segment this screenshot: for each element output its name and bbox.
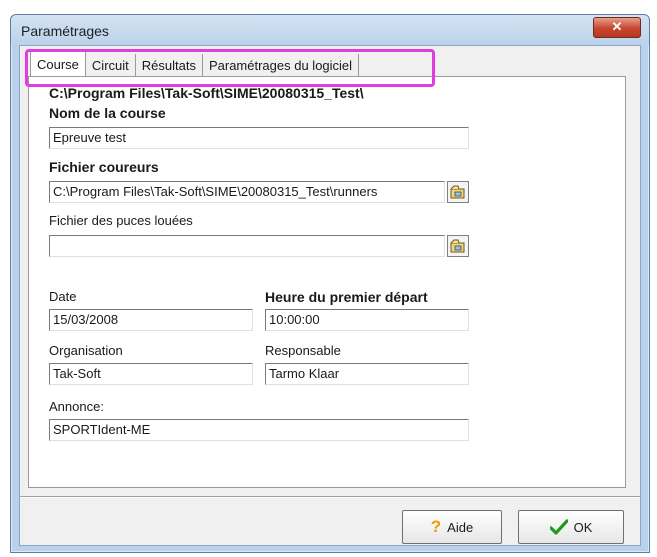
browse-puces-button[interactable] (447, 235, 469, 257)
date-label: Date (49, 289, 77, 304)
browse-coureurs-button[interactable] (447, 181, 469, 203)
nom-course-field[interactable]: Epreuve test (49, 127, 469, 149)
fichier-coureurs-label: Fichier coureurs (49, 159, 159, 175)
course-path-header: C:\Program Files\Tak-Soft\SIME\20080315_… (49, 85, 364, 101)
course-panel: C:\Program Files\Tak-Soft\SIME\20080315_… (28, 76, 626, 488)
close-button[interactable]: ✕ (593, 17, 641, 38)
ok-button-label: OK (573, 519, 593, 535)
annonce-field[interactable]: SPORTIdent-ME (49, 419, 469, 441)
title-bar: Paramétrages ✕ (11, 15, 649, 45)
close-icon: ✕ (611, 19, 623, 34)
folder-browse-icon (450, 239, 465, 253)
heure-depart-field[interactable]: 10:00:00 (265, 309, 469, 331)
organisation-label: Organisation (49, 343, 123, 358)
button-divider (20, 496, 640, 498)
tab-resultats[interactable]: Résultats (135, 54, 203, 76)
ok-button[interactable]: OK (518, 510, 624, 544)
fichier-puces-label: Fichier des puces louées (49, 213, 193, 228)
date-field[interactable]: 15/03/2008 (49, 309, 253, 331)
tab-course[interactable]: Course (30, 51, 86, 76)
aide-button-label: Aide (447, 519, 474, 535)
responsable-label: Responsable (265, 343, 341, 358)
tab-strip: Course Circuit Résultats Paramétrages du… (30, 51, 360, 76)
responsable-field[interactable]: Tarmo Klaar (265, 363, 469, 385)
nom-course-label: Nom de la course (49, 105, 166, 121)
dialog-window: Paramétrages ✕ Course Circuit Résultats … (10, 14, 650, 553)
window-title: Paramétrages (21, 23, 109, 39)
aide-button[interactable]: ? Aide (402, 510, 502, 544)
folder-browse-icon (450, 185, 465, 199)
fichier-puces-field[interactable] (49, 235, 445, 257)
organisation-field[interactable]: Tak-Soft (49, 363, 253, 385)
tab-circuit[interactable]: Circuit (85, 54, 136, 76)
annonce-label: Annonce: (49, 399, 104, 414)
checkmark-icon (549, 519, 568, 535)
tab-parametrages-logiciel[interactable]: Paramétrages du logiciel (202, 54, 360, 76)
heure-depart-label: Heure du premier départ (265, 289, 428, 305)
fichier-coureurs-field[interactable]: C:\Program Files\Tak-Soft\SIME\20080315_… (49, 181, 445, 203)
help-question-icon: ? (430, 517, 442, 536)
dialog-client: Course Circuit Résultats Paramétrages du… (19, 45, 641, 546)
